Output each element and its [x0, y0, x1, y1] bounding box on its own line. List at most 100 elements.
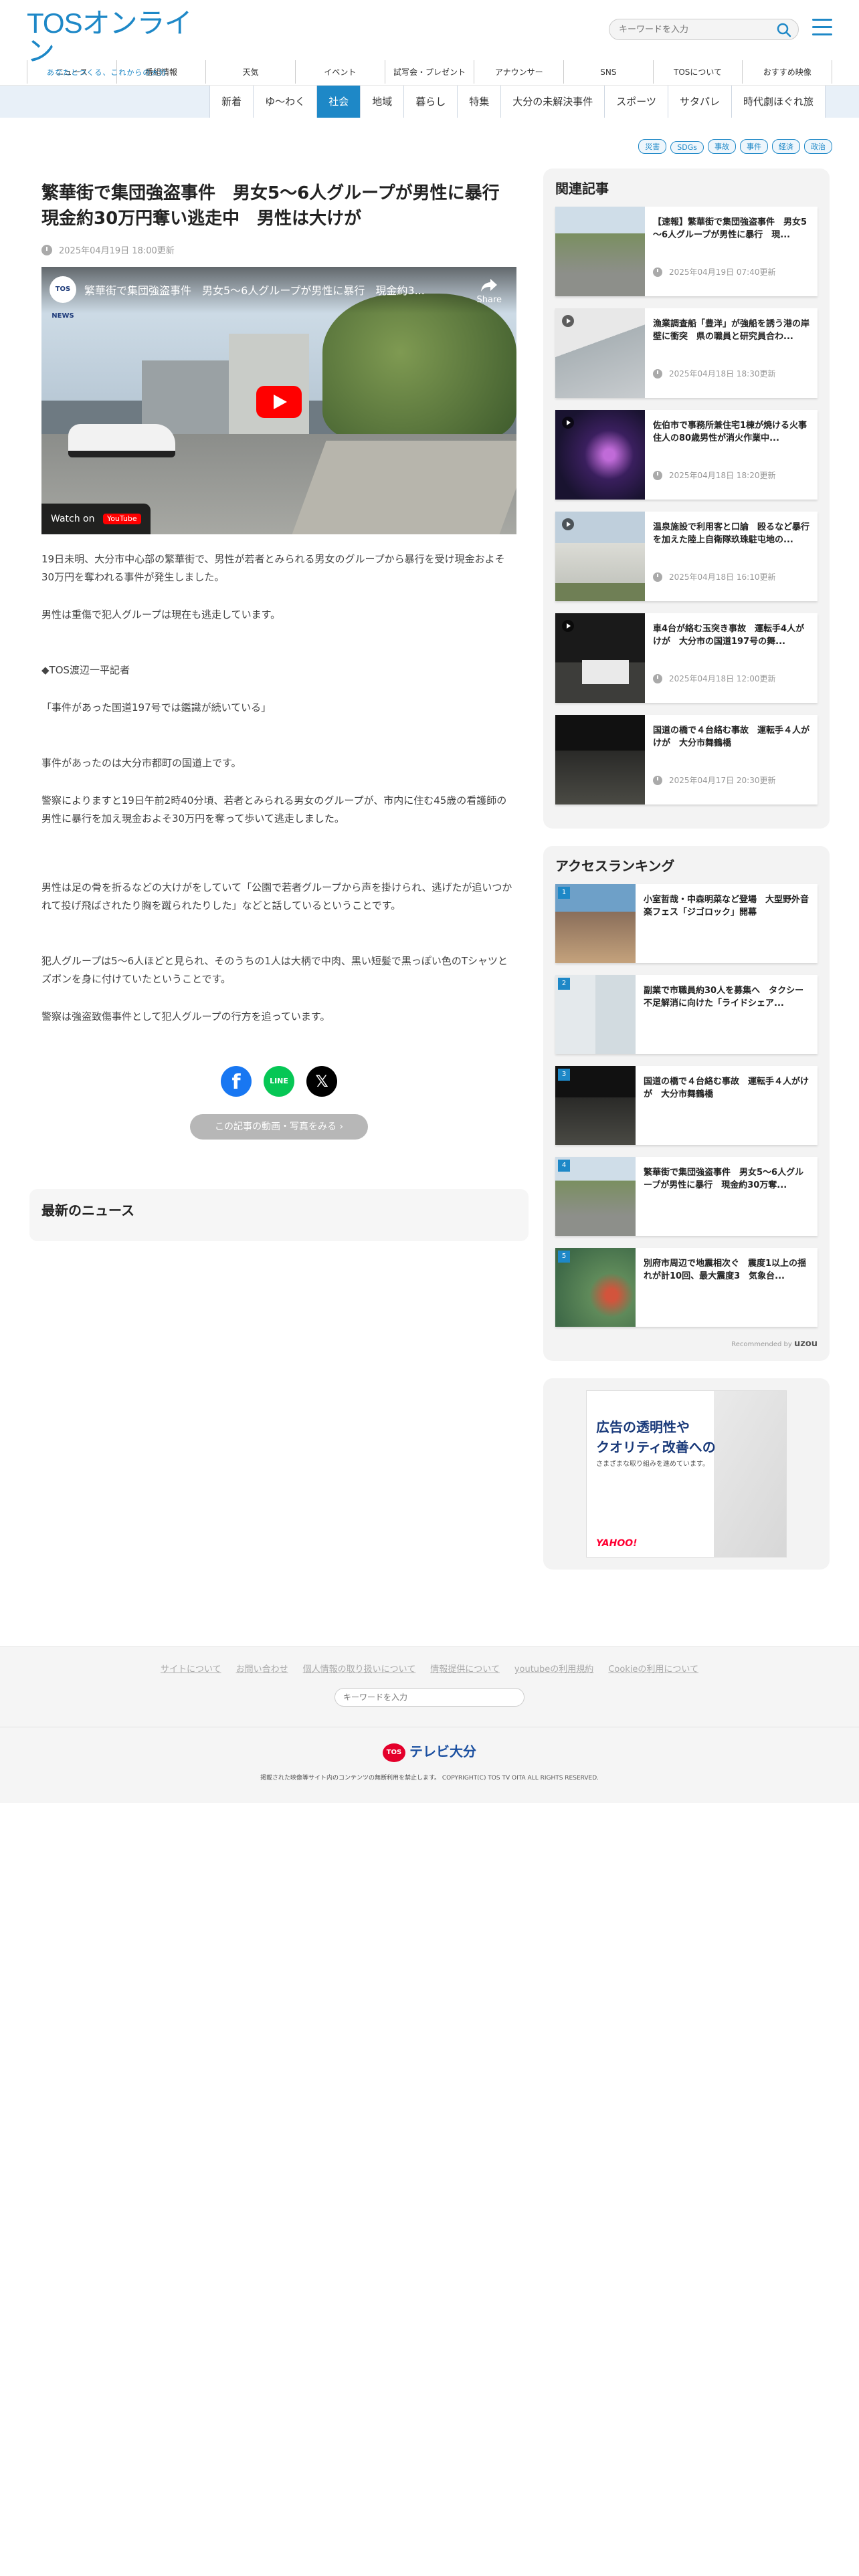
- footer-logo[interactable]: TOS テレビ大分: [0, 1741, 859, 1762]
- share-button[interactable]: Share: [476, 278, 502, 305]
- footer-link-about-site[interactable]: サイトについて: [161, 1662, 221, 1675]
- tab-living[interactable]: 暮らし: [403, 86, 458, 118]
- line-icon[interactable]: LINE: [264, 1066, 294, 1097]
- video-title[interactable]: 繁華街で集団強盗事件 男女5～6人グループが男性に暴行 現金約3...: [84, 282, 446, 298]
- ad-headline-2: クオリティ改善への: [596, 1439, 716, 1455]
- menu-icon[interactable]: [812, 19, 832, 36]
- tab-society[interactable]: 社会: [316, 86, 361, 118]
- footer-logo-text: テレビ大分: [409, 1743, 476, 1759]
- tab-feature[interactable]: 特集: [457, 86, 501, 118]
- video-icon: [562, 315, 574, 327]
- related-thumbnail: [555, 207, 645, 296]
- site-footer: サイトについて お問い合わせ 個人情報の取り扱いについて 情報提供について yo…: [0, 1646, 859, 1803]
- tag-accident[interactable]: 事故: [708, 139, 736, 154]
- article-paragraph: 警察は強盗致傷事件として犯人グループの行方を追っています。: [41, 1010, 330, 1023]
- ranking-title: 副業で市職員約30人を募集へ タクシー不足解消に向けた「ライドシェア...: [644, 986, 804, 1008]
- article-paragraph: 男性は重傷で犯人グループは現在も逃走しています。: [41, 609, 281, 621]
- ranking-item[interactable]: 1 小室哲哉・中森明菜など登場 大型野外音楽フェス「ジゴロック」開幕: [555, 884, 818, 963]
- video-player[interactable]: TOS NEWS 繁華街で集団強盗事件 男女5～6人グループが男性に暴行 現金約…: [41, 267, 516, 534]
- footer-link-privacy[interactable]: 個人情報の取り扱いについて: [303, 1662, 416, 1675]
- yahoo-logo: YAHOO!: [596, 1538, 638, 1549]
- logo-text: TOSオンライン: [27, 7, 193, 67]
- gnav-about[interactable]: TOSについて: [652, 60, 743, 84]
- more-media-button[interactable]: この記事の動画・写真をみる ›: [190, 1114, 368, 1140]
- ranking-item[interactable]: 3 国道の橋で４台絡む事故 運転手４人がけが 大分市舞鶴橋: [555, 1066, 818, 1145]
- latest-news: 最新のニュース: [29, 1189, 529, 1241]
- related-title: 【速報】繁華街で集団強盗事件 男女5～6人グループが男性に暴行 現...: [653, 217, 807, 240]
- footer-search-input[interactable]: [335, 1689, 509, 1706]
- ad-panel: 広告の透明性や クオリティ改善への さまざまな取り組みを進めています。 YAHO…: [543, 1378, 830, 1570]
- tab-satapare[interactable]: サタパレ: [667, 86, 731, 118]
- recommended-by-label: Recommended by: [731, 1341, 792, 1348]
- related-thumbnail: [555, 512, 645, 601]
- copyright: 掲載された映像等サイト内のコンテンツの無断利用を禁止します。 COPYRIGHT…: [260, 1774, 599, 1782]
- facebook-icon[interactable]: f: [221, 1066, 252, 1097]
- footer-link-youtube-terms[interactable]: youtubeの利用規約: [514, 1662, 593, 1675]
- related-item[interactable]: 漁業調査船「豊洋」が強船を誘う港の岸壁に衝突 県の職員と研究員合わ... 202…: [555, 308, 818, 398]
- related-item[interactable]: 【速報】繁華街で集団強盗事件 男女5～6人グループが男性に暴行 現... 202…: [555, 207, 818, 296]
- footer-search-box: [335, 1688, 524, 1707]
- related-item[interactable]: 佐伯市で事務所兼住宅1棟が焼ける火事 住人の80歳男性が消火作業中... 202…: [555, 410, 818, 500]
- ranking-item[interactable]: 5 別府市周辺で地震相次ぐ 震度1以上の揺れが計10回、最大震度3 気象台...: [555, 1248, 818, 1327]
- tag-incident[interactable]: 事件: [740, 139, 768, 154]
- ranking-title: 国道の橋で４台絡む事故 運転手４人がけが 大分市舞鶴橋: [644, 1077, 809, 1099]
- related-date: 2025年04月18日 16:10更新: [669, 572, 776, 582]
- footer-link-cookie[interactable]: Cookieの利用について: [608, 1662, 698, 1675]
- main-column: 繁華街で集団強盗事件 男女5～6人グループが男性に暴行 現金約30万円奪い逃走中…: [29, 169, 529, 1241]
- related-item[interactable]: 車4台が絡む玉突き事故 運転手4人がけが 大分市の国道197号の舞... 202…: [555, 613, 818, 703]
- related-title: 漁業調査船「豊洋」が強船を誘う港の岸壁に衝突 県の職員と研究員合わ...: [653, 319, 809, 342]
- play-icon[interactable]: [256, 386, 302, 418]
- tag-sdgs[interactable]: SDGs: [670, 141, 704, 154]
- related-item[interactable]: 温泉施設で利用客と口論 殴るなど暴行を加えた陸上自衛隊玖珠駐屯地の... 202…: [555, 512, 818, 601]
- tag-economy[interactable]: 経済: [772, 139, 800, 154]
- footer-link-tips[interactable]: 情報提供について: [430, 1662, 500, 1675]
- clock-icon: [41, 244, 52, 255]
- gnav-recommended-videos[interactable]: おすすめ映像: [742, 60, 833, 84]
- uzou-logo[interactable]: uzou: [794, 1339, 818, 1349]
- tab-new[interactable]: 新着: [209, 86, 254, 118]
- tag-politics[interactable]: 政治: [804, 139, 832, 154]
- gnav-sns[interactable]: SNS: [563, 60, 653, 84]
- related-date: 2025年04月19日 07:40更新: [669, 267, 776, 277]
- tag-disaster[interactable]: 災害: [638, 139, 667, 154]
- article-paragraph: 「事件があった国道197号では鑑識が続いている」: [41, 702, 272, 714]
- article-date-text: 2025年04月19日 18:00更新: [59, 246, 175, 256]
- tab-local[interactable]: 地域: [360, 86, 404, 118]
- topic-tags: 災害 SDGs 事故 事件 経済 政治: [0, 118, 859, 156]
- search-input[interactable]: [609, 19, 763, 39]
- article-paragraph: 警察によりますと19日午前2時40分頃、若者とみられる男女のグループが、市内に住…: [41, 794, 507, 825]
- search-icon[interactable]: [777, 23, 791, 37]
- watch-on-label: Watch on: [51, 514, 95, 524]
- related-title: 国道の橋で４台絡む事故 運転手４人がけが 大分市舞鶴橋: [653, 726, 809, 748]
- tab-unsolved[interactable]: 大分の未解決事件: [500, 86, 605, 118]
- related-item[interactable]: 国道の橋で４台絡む事故 運転手４人がけが 大分市舞鶴橋 2025年04月17日 …: [555, 715, 818, 804]
- gnav-events[interactable]: イベント: [295, 60, 385, 84]
- advertisement[interactable]: 広告の透明性や クオリティ改善への さまざまな取り組みを進めています。 YAHO…: [586, 1390, 787, 1558]
- ranking-item[interactable]: 4 繁華街で集団強盗事件 男女5～6人グループが男性に暴行 現金約30万奪...: [555, 1157, 818, 1236]
- tab-jidaigeki[interactable]: 時代劇ほぐれ旅: [731, 86, 826, 118]
- video-icon: [562, 620, 574, 632]
- tos-mark-icon: TOS: [383, 1743, 405, 1762]
- clock-icon: [653, 673, 662, 683]
- tab-sports[interactable]: スポーツ: [604, 86, 668, 118]
- gnav-presents[interactable]: 試写会・プレゼント: [384, 60, 474, 84]
- watch-on-youtube[interactable]: Watch on YouTube: [41, 504, 151, 534]
- related-title: 車4台が絡む玉突き事故 運転手4人がけが 大分市の国道197号の舞...: [653, 624, 805, 647]
- x-icon[interactable]: 𝕏: [306, 1066, 337, 1097]
- gnav-weather[interactable]: 天気: [205, 60, 295, 84]
- share-icon: [481, 279, 498, 292]
- ranking-title: 繁華街で集団強盗事件 男女5～6人グループが男性に暴行 現金約30万奪...: [644, 1168, 804, 1190]
- channel-avatar[interactable]: TOS NEWS: [50, 276, 76, 320]
- related-date: 2025年04月18日 18:20更新: [669, 471, 776, 480]
- site-logo[interactable]: TOSオンライン あなたとつくる、これからの大分: [27, 9, 201, 78]
- gnav-announcers[interactable]: アナウンサー: [474, 60, 563, 84]
- related-title: 佐伯市で事務所兼住宅1棟が焼ける火事 住人の80歳男性が消火作業中...: [653, 421, 809, 443]
- video-icon: [562, 417, 574, 429]
- related-thumbnail: [555, 715, 645, 804]
- ranking-title: 別府市周辺で地震相次ぐ 震度1以上の揺れが計10回、最大震度3 気象台...: [644, 1259, 807, 1281]
- ranking-item[interactable]: 2 副業で市職員約30人を募集へ タクシー不足解消に向けた「ライドシェア...: [555, 975, 818, 1054]
- tab-yuwaku[interactable]: ゆ〜わく: [253, 86, 317, 118]
- footer-link-contact[interactable]: お問い合わせ: [236, 1662, 288, 1675]
- share-buttons: f LINE 𝕏: [41, 1066, 516, 1097]
- sidebar: 関連記事 【速報】繁華街で集団強盗事件 男女5～6人グループが男性に暴行 現..…: [543, 169, 830, 1570]
